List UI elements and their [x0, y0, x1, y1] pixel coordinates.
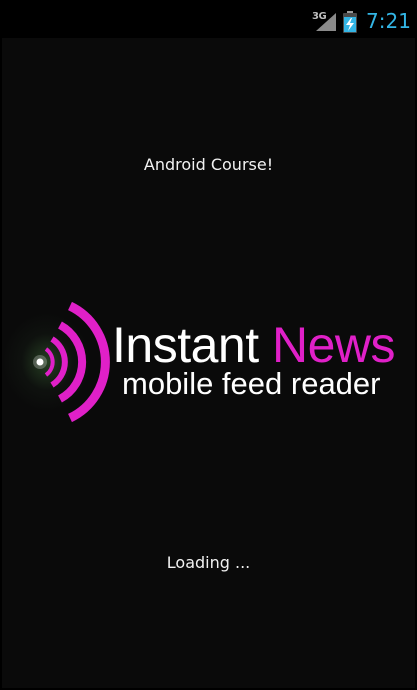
brand-tagline: mobile feed reader — [122, 366, 381, 401]
status-bar: 3G 7:21 — [2, 2, 415, 38]
brand-name-first: Instant — [112, 317, 259, 373]
brand-name: Instant News — [112, 317, 396, 373]
app-logo: Instant News mobile feed reader — [2, 292, 415, 432]
brand-name-second: News — [272, 317, 396, 373]
battery-charging-icon — [343, 11, 357, 33]
loading-text: Loading ... — [166, 553, 251, 572]
status-clock: 7:21 — [366, 9, 411, 33]
signal-strength-icon — [316, 13, 336, 31]
app-screen: 3G 7:21 Android Course! Instant News mob… — [0, 0, 417, 690]
app-title: Android Course! — [143, 155, 274, 174]
broadcast-waves-icon — [33, 301, 110, 423]
